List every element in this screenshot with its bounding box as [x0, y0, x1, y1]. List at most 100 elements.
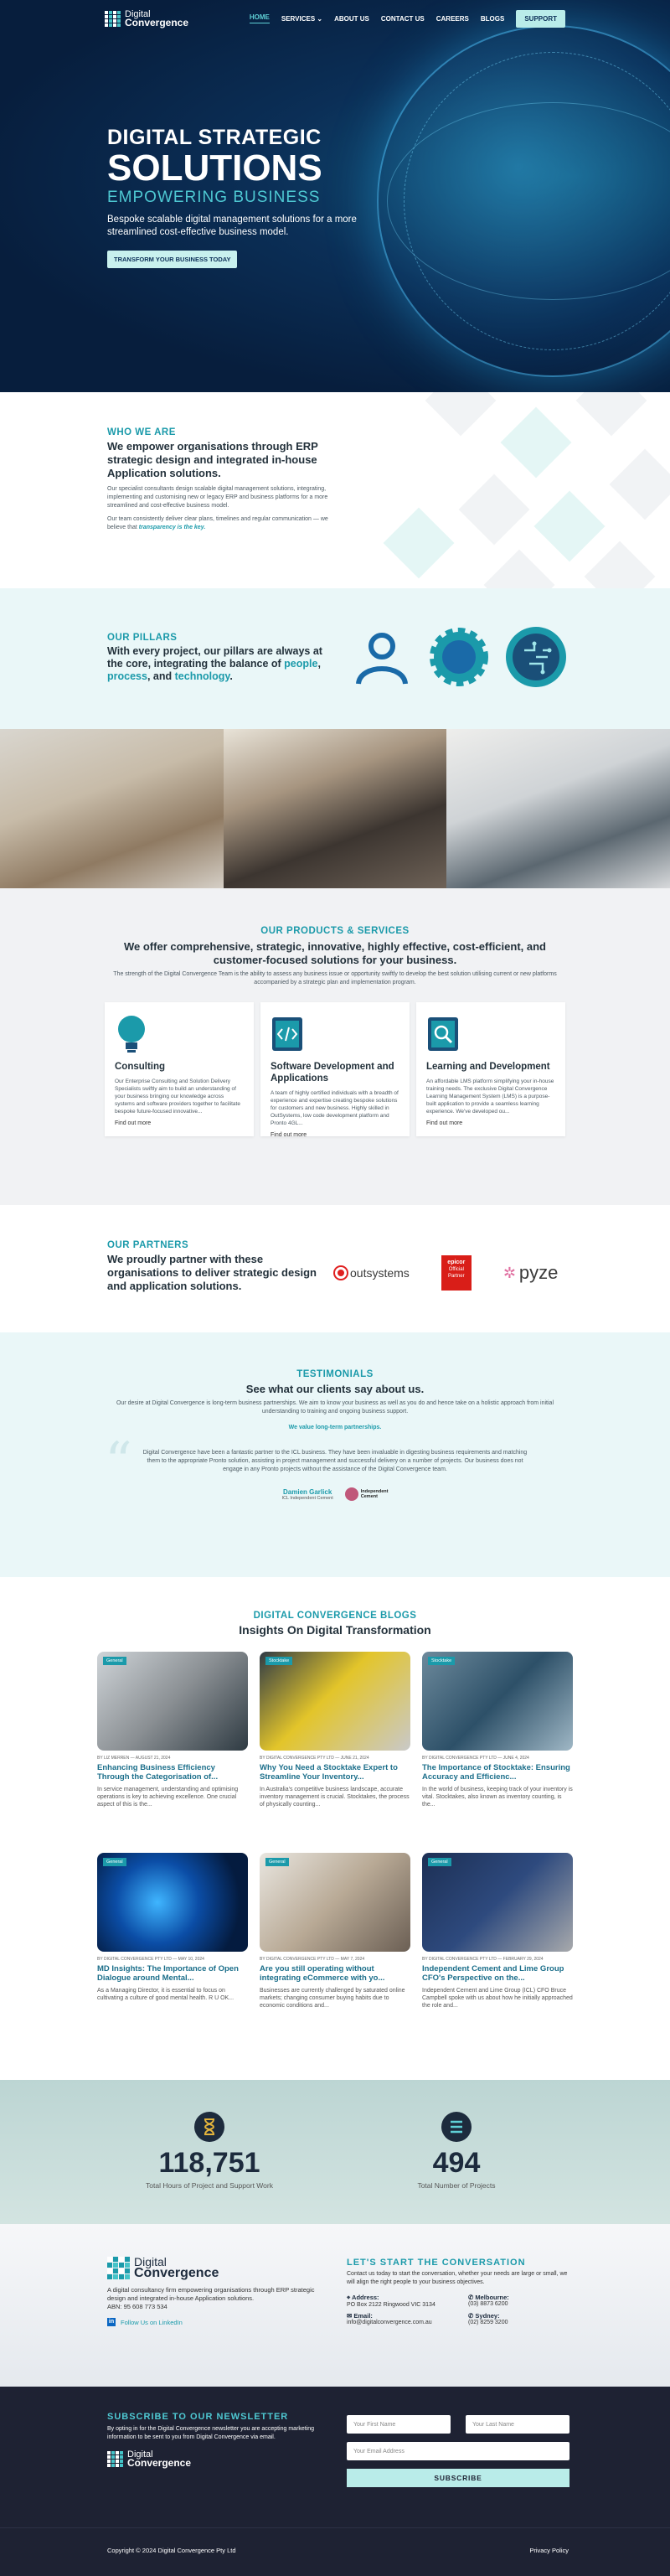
- product-card[interactable]: Consulting Our Enterprise Consulting and…: [105, 1002, 254, 1136]
- first-name-input[interactable]: Your First Name: [347, 2415, 451, 2434]
- blog-title[interactable]: The Importance of Stocktake: Ensuring Ac…: [422, 1763, 573, 1782]
- newsletter-form: Your First Name Your Last Name Your Emai…: [347, 2415, 570, 2487]
- product-card-title: Software Development and Applications: [271, 1062, 394, 1084]
- stat-number: 494: [432, 2147, 481, 2179]
- product-card-title: Learning and Development: [426, 1062, 550, 1072]
- subscribe-button[interactable]: SUBSCRIBE: [347, 2469, 570, 2487]
- hero-section: Digital Convergence HOME SERVICES ⌄ ABOUT…: [0, 0, 670, 392]
- melbourne-phone[interactable]: (03) 8873 6200: [468, 2301, 508, 2307]
- blog-image[interactable]: General: [97, 1652, 248, 1751]
- stats-section: 118,751 Total Hours of Project and Suppo…: [0, 2080, 670, 2224]
- blog-meta: BY DIGITAL CONVERGENCE PTY LTD — JUNE 4,…: [422, 1756, 529, 1761]
- blog-excerpt: Businesses are currently challenged by s…: [260, 1988, 405, 2009]
- phone-icon: ✆: [468, 2294, 474, 2301]
- address-label: ⌖ Address:: [347, 2294, 379, 2301]
- learning-search-icon: [426, 1014, 460, 1054]
- nav-links: HOME SERVICES ⌄ ABOUT US CONTACT US CARE…: [249, 9, 565, 28]
- blog-title[interactable]: Are you still operating without integrat…: [260, 1964, 410, 1983]
- blog-image[interactable]: General: [260, 1853, 410, 1952]
- blog-category-badge[interactable]: Stocktake: [428, 1657, 456, 1665]
- contact-details: ⌖ Address: PO Box 2122 Ringwood VIC 3134 …: [347, 2294, 573, 2325]
- nav-contact[interactable]: CONTACT US: [381, 15, 425, 23]
- blog-title[interactable]: Why You Need a Stocktake Expert to Strea…: [260, 1763, 410, 1782]
- find-out-more-link[interactable]: Find out more: [426, 1120, 555, 1126]
- pillar-icons: [350, 625, 568, 689]
- epicor-logo[interactable]: epicor Official Partner: [441, 1255, 472, 1291]
- site-logo[interactable]: Digital Convergence: [105, 10, 189, 28]
- abn: ABN: 95 608 773 534: [107, 2303, 168, 2310]
- blog-title[interactable]: MD Insights: The Importance of Open Dial…: [97, 1964, 248, 1983]
- find-out-more-link[interactable]: Find out more: [115, 1120, 244, 1126]
- blog-category-badge[interactable]: General: [265, 1858, 289, 1866]
- transform-business-button[interactable]: TRANSFORM YOUR BUSINESS TODAY: [107, 251, 238, 268]
- mail-icon: ✉: [347, 2312, 353, 2320]
- melbourne-label: ✆ Melbourne:: [468, 2294, 509, 2301]
- products-section: OUR PRODUCTS & SERVICES We offer compreh…: [0, 888, 670, 1205]
- blog-image[interactable]: Stocktake: [260, 1652, 410, 1751]
- blog-card[interactable]: Stocktake BY DIGITAL CONVERGENCE PTY LTD…: [422, 1652, 573, 1841]
- blog-card[interactable]: General BY LIZ MERREN — AUGUST 21, 2024 …: [97, 1652, 248, 1841]
- product-card[interactable]: Learning and Development An affordable L…: [416, 1002, 565, 1136]
- footer-logo[interactable]: Digital Convergence: [107, 2256, 333, 2280]
- blogs-heading: Insights On Digital Transformation: [239, 1623, 431, 1637]
- blog-excerpt: In service management, understanding and…: [97, 1787, 239, 1808]
- email-value[interactable]: info@digitalconvergence.com.au: [347, 2320, 432, 2325]
- blog-card[interactable]: General BY DIGITAL CONVERGENCE PTY LTD —…: [260, 1853, 410, 2042]
- blog-category-badge[interactable]: General: [103, 1657, 126, 1665]
- blog-category-badge[interactable]: General: [428, 1858, 451, 1866]
- blog-image[interactable]: Stocktake: [422, 1652, 573, 1751]
- last-name-input[interactable]: Your Last Name: [466, 2415, 570, 2434]
- team-meeting-photo: [0, 729, 224, 888]
- newsletter-description: By opting in for the Digital Convergence…: [107, 2426, 315, 2440]
- blog-meta: BY DIGITAL CONVERGENCE PTY LTD — FEBRUAR…: [422, 1957, 544, 1962]
- blog-title[interactable]: Enhancing Business Efficiency Through th…: [97, 1763, 248, 1782]
- nav-blogs[interactable]: BLOGS: [481, 15, 504, 23]
- hourglass-icon: [194, 2112, 224, 2142]
- blog-image[interactable]: General: [97, 1853, 248, 1952]
- contact-intro: Contact us today to start the conversati…: [347, 2271, 568, 2285]
- stat-label: Total Hours of Project and Support Work: [146, 2181, 273, 2190]
- testimonials-heading: See what our clients say about us.: [245, 1383, 425, 1395]
- support-button[interactable]: SUPPORT: [516, 9, 565, 28]
- outsystems-logo[interactable]: outsystems: [335, 1266, 410, 1280]
- pillars-label: OUR PILLARS: [107, 633, 178, 643]
- logo-line2: Convergence: [125, 17, 189, 28]
- partners-heading: We proudly partner with these organisati…: [107, 1253, 317, 1292]
- sydney-phone[interactable]: (02) 8259 3200: [468, 2320, 508, 2325]
- main-nav: Digital Convergence HOME SERVICES ⌄ ABOUT…: [0, 0, 670, 37]
- testimonials-label: TESTIMONIALS: [296, 1369, 374, 1379]
- linkedin-link[interactable]: in Follow Us on LinkedIn: [107, 2318, 333, 2326]
- footer: Copyright © 2024 Digital Convergence Pty…: [0, 2527, 670, 2576]
- pyze-logo[interactable]: ✲ pyze: [503, 1262, 559, 1284]
- blog-image[interactable]: General: [422, 1853, 573, 1952]
- blog-card[interactable]: General BY DIGITAL CONVERGENCE PTY LTD —…: [422, 1853, 573, 2042]
- office-worker-photo: [446, 729, 670, 888]
- find-out-more-link[interactable]: Find out more: [271, 1132, 399, 1138]
- who-heading: We empower organisations through ERP str…: [107, 440, 318, 479]
- newsletter-logo[interactable]: Digital Convergence: [107, 2450, 342, 2468]
- blogs-label: DIGITAL CONVERGENCE BLOGS: [253, 1611, 417, 1621]
- privacy-policy-link[interactable]: Privacy Policy: [529, 2547, 569, 2554]
- email-label: ✉ Email:: [347, 2312, 373, 2320]
- outsystems-mark-icon: [335, 1267, 347, 1279]
- stat-number: 118,751: [158, 2147, 260, 2179]
- blog-category-badge[interactable]: General: [103, 1858, 126, 1866]
- blog-excerpt: Independent Cement and Lime Group (ICL) …: [422, 1988, 573, 2009]
- testimonials-section: TESTIMONIALS See what our clients say ab…: [0, 1332, 670, 1577]
- author-role: ICL Independent Cement: [281, 1495, 333, 1501]
- product-cards: Consulting Our Enterprise Consulting and…: [0, 1002, 670, 1138]
- who-paragraph-1: Our specialist consultants design scalab…: [107, 486, 328, 509]
- nav-services[interactable]: SERVICES ⌄: [281, 15, 322, 23]
- quote-icon: “: [105, 1431, 132, 1493]
- nav-home[interactable]: HOME: [249, 13, 270, 23]
- nav-careers[interactable]: CAREERS: [436, 15, 469, 23]
- globe-graphic: [377, 25, 670, 377]
- blog-card[interactable]: General BY DIGITAL CONVERGENCE PTY LTD —…: [97, 1853, 248, 2042]
- email-input[interactable]: Your Email Address: [347, 2442, 570, 2460]
- nav-about[interactable]: ABOUT US: [334, 15, 369, 23]
- blog-category-badge[interactable]: Stocktake: [265, 1657, 293, 1665]
- blog-title[interactable]: Independent Cement and Lime Group CFO's …: [422, 1964, 573, 1983]
- blog-card[interactable]: Stocktake BY DIGITAL CONVERGENCE PTY LTD…: [260, 1652, 410, 1841]
- product-card[interactable]: Software Development and Applications A …: [260, 1002, 410, 1138]
- team-photo-strip: [0, 729, 670, 888]
